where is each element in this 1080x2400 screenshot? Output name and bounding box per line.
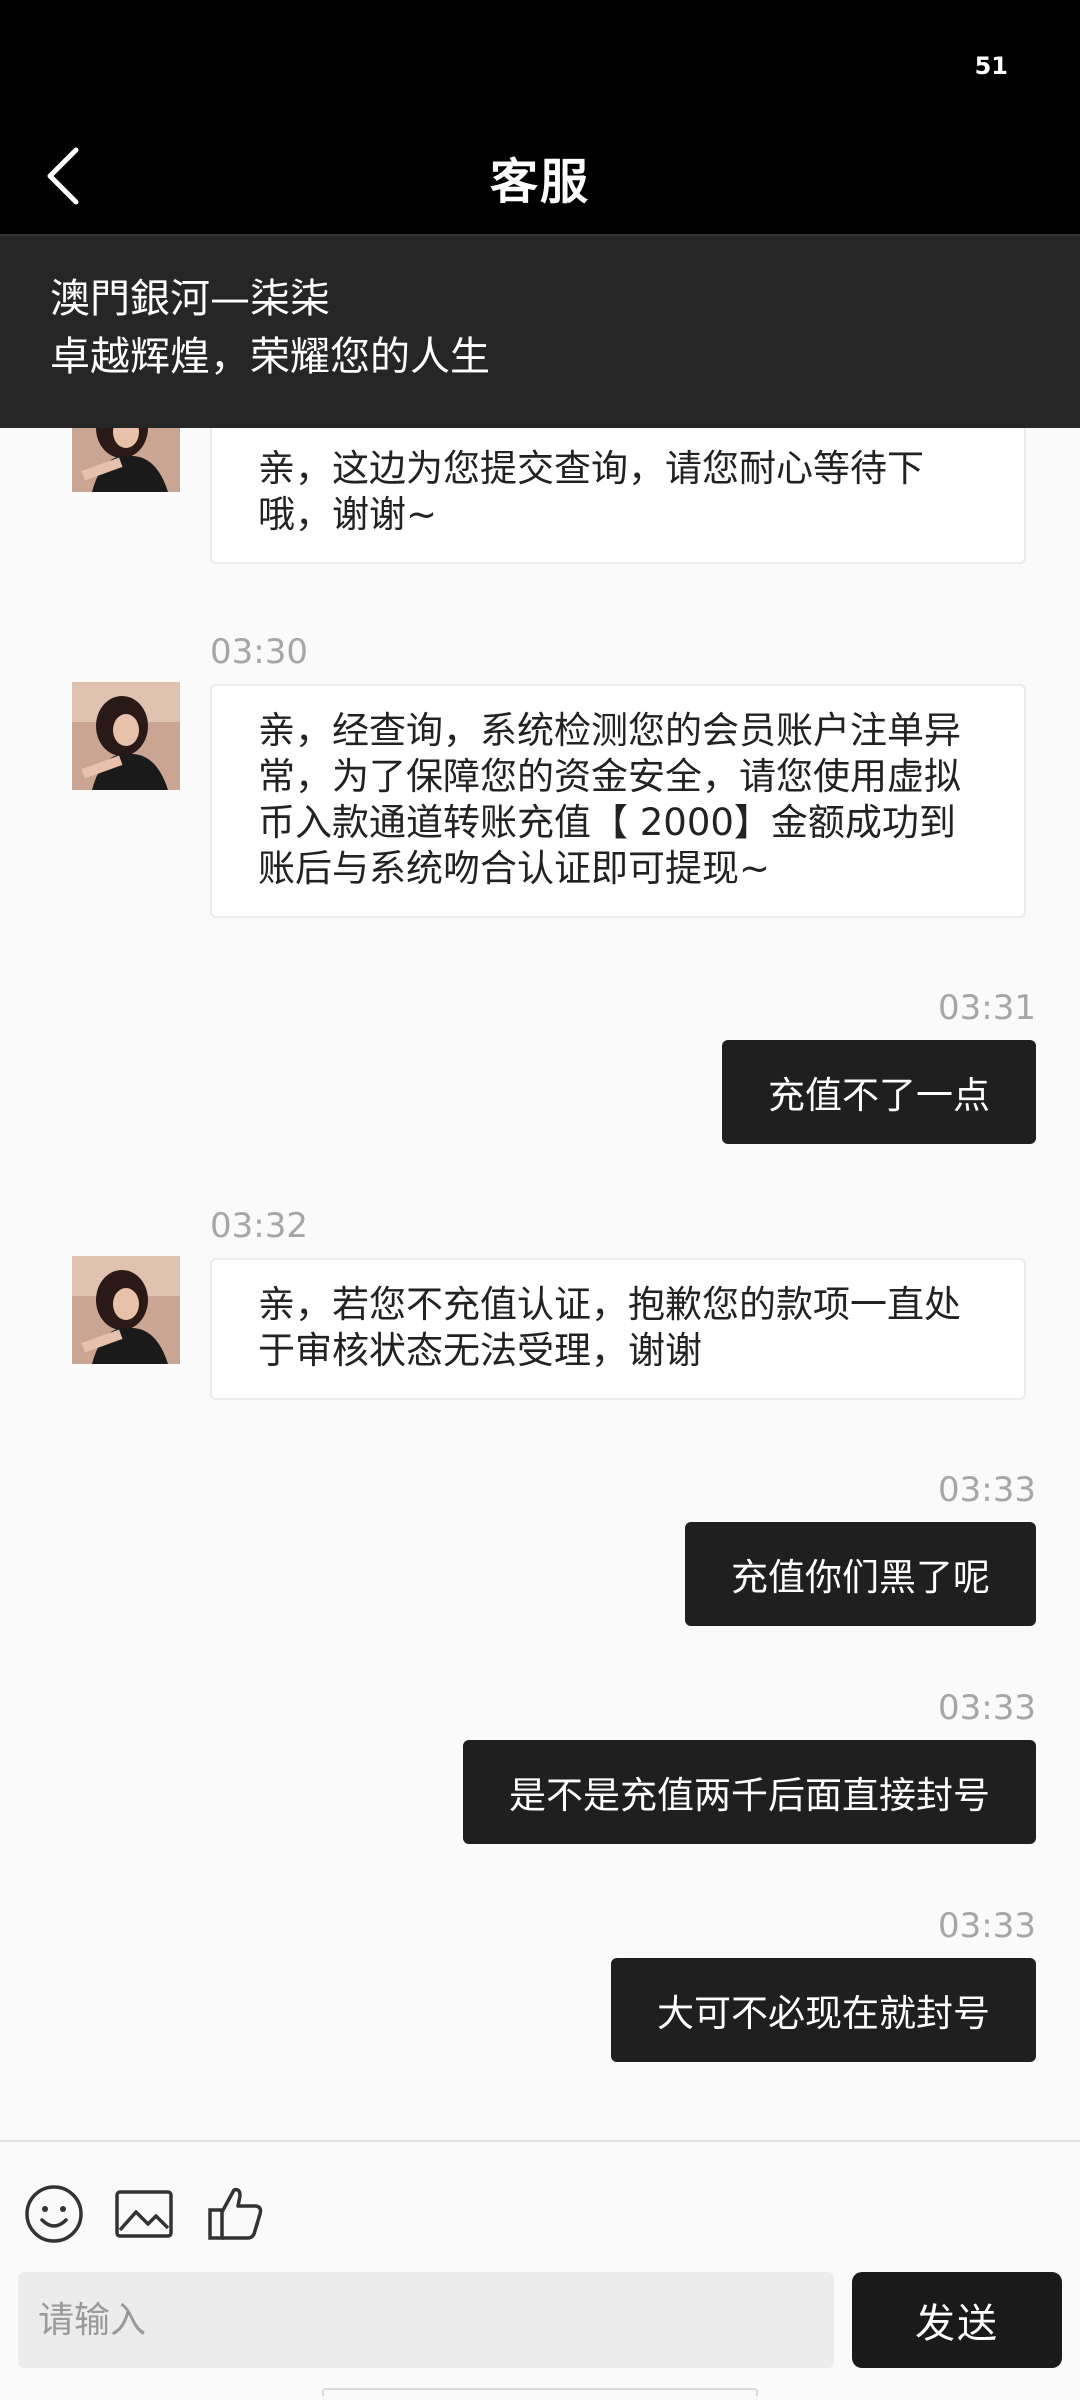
avatar-image [72,428,180,492]
message-bubble-outgoing: 充值不了一点 [722,1040,1036,1144]
message-bubble-outgoing: 大可不必现在就封号 [611,1958,1036,2062]
message-input[interactable] [18,2272,834,2368]
send-button[interactable]: 发送 [852,2272,1062,2368]
message-text: 大可不必现在就封号 [657,1992,990,2035]
message-time: 03:32 [210,1206,308,1246]
message-time: 03:33 [938,1906,1036,1946]
avatar-image [72,682,180,790]
like-button[interactable] [204,2182,268,2246]
message-bubble-outgoing: 充值你们黑了呢 [685,1522,1036,1626]
home-indicator [322,2388,758,2396]
chevron-left-icon [47,147,79,205]
message-time: 03:33 [938,1688,1036,1728]
back-button[interactable] [32,144,96,208]
message-text: 亲，这边为您提交查询，请您耐心等待下哦，谢谢~ [258,447,924,536]
message-bubble-outgoing: 是不是充值两千后面直接封号 [463,1740,1036,1844]
image-button[interactable] [112,2182,176,2246]
message-text: 充值你们黑了呢 [731,1556,990,1599]
page-title: 客服 [489,154,590,210]
chat-list[interactable]: 亲，这边为您提交查询，请您耐心等待下哦，谢谢~ 03:30 亲，经查询，系统检测… [0,428,1080,2140]
emoji-icon [25,2185,83,2243]
avatar-image [72,1256,180,1364]
banner-name: 澳門銀河—柒柒 [50,276,330,322]
message-time: 03:33 [938,1470,1036,1510]
message-bubble: 亲，若您不充值认证，抱歉您的款项一直处于审核状态无法受理，谢谢 [210,1258,1026,1400]
message-text: 是不是充值两千后面直接封号 [509,1774,990,1817]
banner-slogan: 卓越辉煌，荣耀您的人生 [50,334,490,380]
avatar[interactable] [72,428,180,492]
message-bubble: 亲，经查询，系统检测您的会员账户注单异常，为了保障您的资金安全，请您使用虚拟币入… [210,684,1026,918]
battery-level: 51 [974,52,1008,80]
message-bubble: 亲，这边为您提交查询，请您耐心等待下哦，谢谢~ [210,428,1026,564]
emoji-button[interactable] [22,2182,86,2246]
message-text: 充值不了一点 [768,1074,990,1117]
status-bar: 51 [0,0,1080,118]
message-time: 03:30 [210,632,308,672]
message-text: 亲，经查询，系统检测您的会员账户注单异常，为了保障您的资金安全，请您使用虚拟币入… [258,709,961,890]
avatar[interactable] [72,682,180,790]
image-icon [115,2190,173,2238]
thumbs-up-icon [208,2187,263,2240]
avatar[interactable] [72,1256,180,1364]
shop-banner: 澳門銀河—柒柒 卓越辉煌，荣耀您的人生 [0,236,1080,428]
message-text: 亲，若您不充值认证，抱歉您的款项一直处于审核状态无法受理，谢谢 [258,1283,961,1372]
composer: 发送 [0,2140,1080,2400]
message-time: 03:31 [938,988,1036,1028]
header: 客服 [0,118,1080,236]
